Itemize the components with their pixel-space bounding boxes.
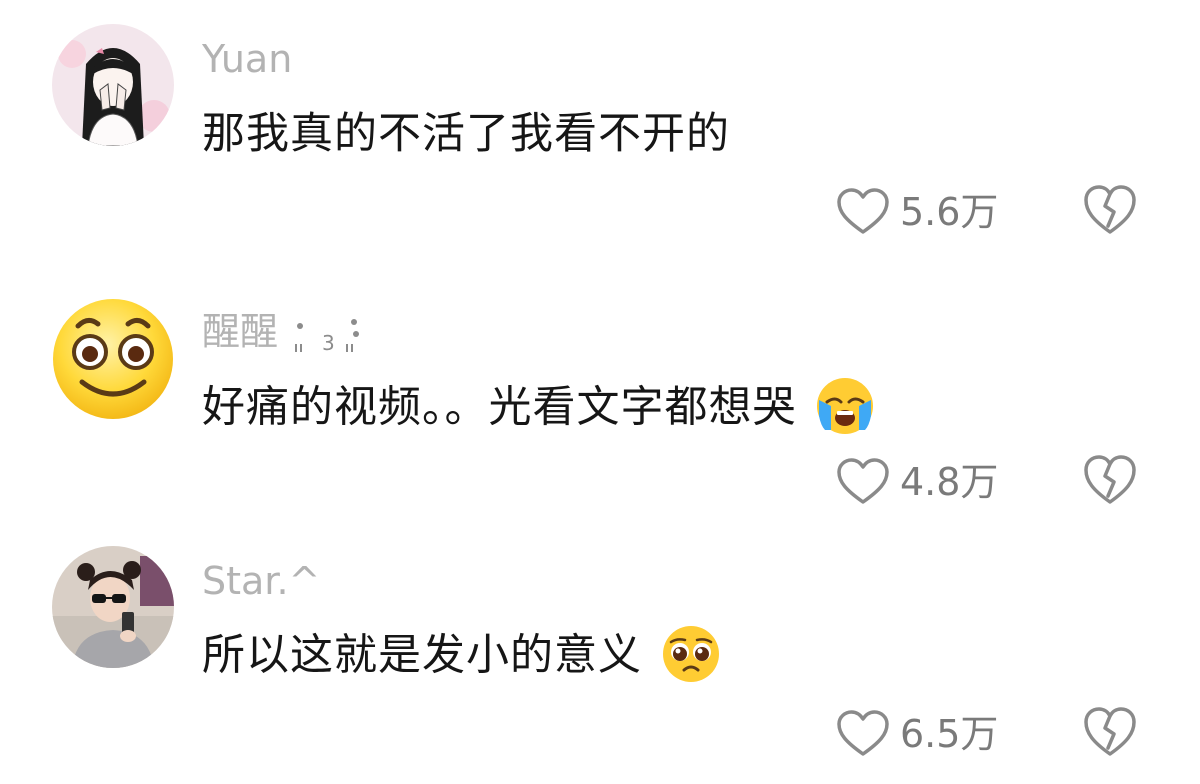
broken-heart-icon	[1084, 185, 1136, 234]
heart-icon	[837, 188, 889, 234]
comment-username[interactable]: 醒醒 3	[202, 312, 372, 356]
username-decoration: 3	[295, 319, 360, 355]
username-text: 醒醒	[202, 309, 279, 354]
avatar[interactable]	[52, 298, 174, 420]
dislike-button[interactable]	[1082, 706, 1138, 762]
dislike-button[interactable]	[1082, 454, 1138, 510]
comment-text-content: 所以这就是发小的意义	[202, 630, 642, 681]
decoration-text: 3	[322, 331, 335, 355]
heart-icon	[837, 710, 889, 756]
comment-username[interactable]: Yuan	[202, 40, 292, 78]
heart-icon	[837, 458, 889, 504]
like-button[interactable]: 4.8万	[836, 454, 998, 510]
comment-text: 那我真的不活了我看不开的	[202, 113, 730, 156]
like-button[interactable]: 6.5万	[836, 706, 998, 762]
like-count: 4.8万	[900, 460, 999, 504]
girl-sunglasses-avatar-image	[52, 546, 174, 668]
comment-item: Yuan 那我真的不活了我看不开的 5.6万	[0, 0, 1200, 260]
avatar[interactable]	[52, 546, 174, 668]
broken-heart-icon	[1084, 707, 1136, 756]
avatar[interactable]	[52, 24, 174, 146]
like-count: 6.5万	[900, 712, 999, 756]
comment-username[interactable]: Star.^	[202, 562, 320, 600]
comment-text: 好痛的视频。。光看文字都想哭	[202, 378, 875, 436]
comment-item: 醒醒 3 好痛的视频。。光看文字都想哭 4.8万	[0, 260, 1200, 530]
girl-avatar-image	[52, 24, 174, 146]
comment-text-content: 那我真的不活了我看不开的	[202, 109, 730, 159]
broken-heart-icon	[1084, 455, 1136, 504]
like-count: 5.6万	[900, 190, 999, 234]
comment-text: 所以这就是发小的意义	[202, 626, 721, 684]
comment-text-content: 好痛的视频。。光看文字都想哭	[202, 382, 797, 433]
comment-item: Star.^ 所以这就是发小的意义 6.5万	[0, 530, 1200, 784]
like-button[interactable]: 5.6万	[836, 184, 998, 240]
pleading-face-emoji-icon	[662, 626, 719, 682]
loudly-crying-face-emoji-icon	[817, 378, 874, 434]
dislike-button[interactable]	[1082, 184, 1138, 240]
smiling-face-avatar-image	[52, 298, 174, 420]
